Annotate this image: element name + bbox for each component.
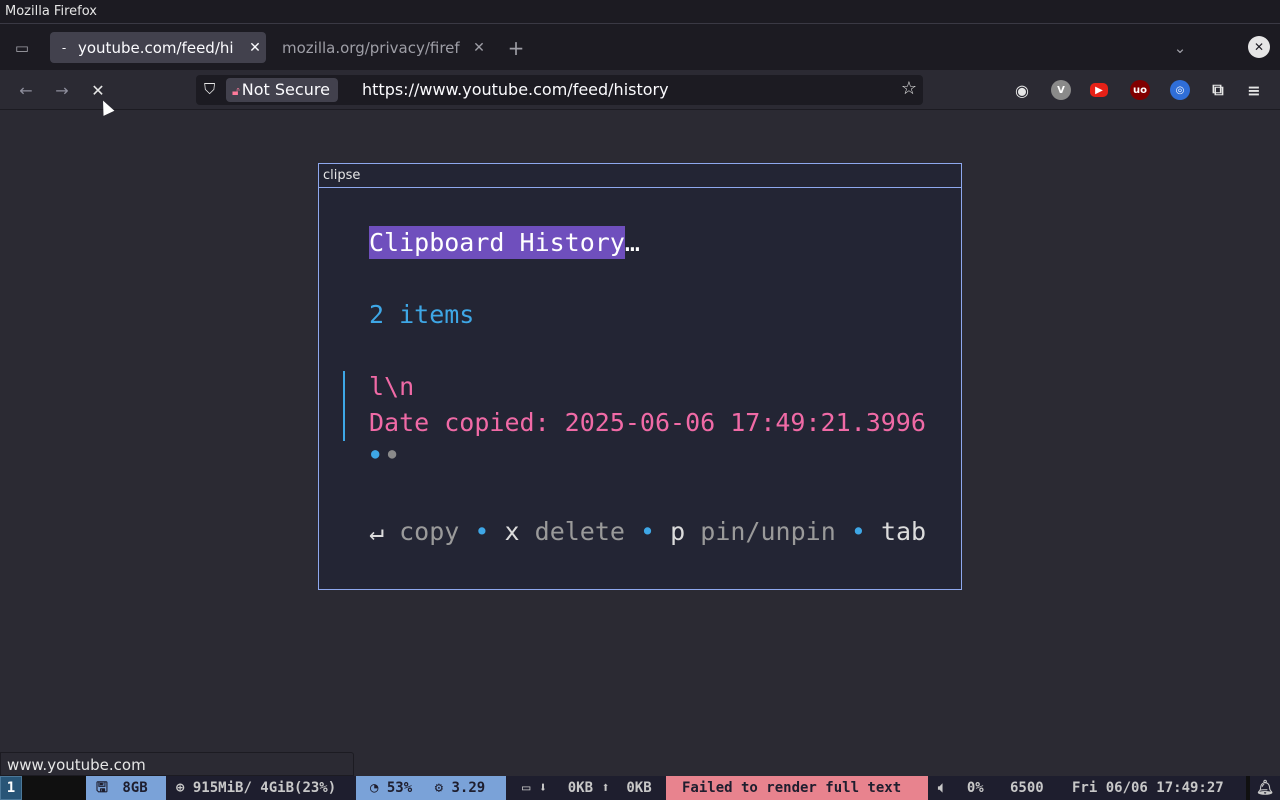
clipboard-item-date: Date copied: 2025-06-06 17:49:21.3996 bbox=[369, 408, 926, 437]
item-count: 2 items bbox=[369, 300, 475, 329]
temp-segment: 6500 bbox=[1000, 776, 1056, 800]
lock-icon: 🔓︎ bbox=[232, 84, 240, 98]
download-icon: ⬇ bbox=[538, 780, 548, 796]
list-all-tabs-icon[interactable]: ⌄ bbox=[1168, 36, 1192, 60]
network-icon: ▭ bbox=[522, 780, 531, 796]
new-tab-icon[interactable]: + bbox=[504, 36, 528, 60]
youtube-extension-icon[interactable]: ▶ bbox=[1090, 83, 1108, 97]
enter-key-icon: ↵ bbox=[369, 517, 385, 546]
page-dot-active: ● bbox=[371, 446, 380, 462]
help-separator: • bbox=[850, 517, 866, 546]
tab-mozilla[interactable]: mozilla.org/privacy/firef ✕ bbox=[270, 32, 490, 63]
nav-bar: ← → ✕ ⛉ 🔓︎ Not Secure https://www.youtube… bbox=[0, 70, 1280, 110]
cpu-icon: ◔ bbox=[370, 780, 379, 796]
load-icon: ⚙ bbox=[434, 780, 444, 796]
dash-icon: - bbox=[61, 40, 67, 55]
notification-bell-icon[interactable]: 🔔︎ bbox=[1250, 776, 1280, 800]
selected-item-indicator bbox=[343, 371, 345, 441]
menu-icon[interactable]: ≡ bbox=[1244, 80, 1264, 100]
disk-icon: 🖫︎ bbox=[96, 780, 108, 796]
help-tab-key: tab bbox=[880, 517, 927, 546]
tab-bar: ▭ - youtube.com/feed/hi ✕ mozilla.org/pr… bbox=[0, 24, 1280, 70]
clipse-window[interactable]: clipse Clipboard History… 2 items l\n Da… bbox=[318, 163, 962, 590]
account-icon[interactable]: ◉ bbox=[1012, 80, 1032, 100]
extension-circle-icon[interactable]: ◎ bbox=[1170, 80, 1190, 100]
heading-ellipsis: … bbox=[624, 228, 640, 257]
not-secure-badge[interactable]: 🔓︎ Not Secure bbox=[226, 78, 338, 102]
help-line: ↵ copy • x delete • p pin/unpin • tab bbox=[369, 517, 926, 546]
help-delete: delete bbox=[534, 517, 625, 546]
cpu-segment: ◔ 53% ⚙ 3.29 bbox=[356, 776, 506, 800]
help-copy: copy bbox=[399, 517, 460, 546]
memory-icon: ⊕ bbox=[176, 780, 185, 796]
help-p-key: p bbox=[670, 517, 686, 546]
forward-icon[interactable]: → bbox=[50, 78, 74, 102]
error-segment: Failed to render full text bbox=[666, 776, 928, 800]
firefox-view-icon[interactable]: ▭ bbox=[10, 36, 34, 60]
volume-icon: 🔈︎ bbox=[938, 780, 947, 796]
extension-v-icon[interactable]: V bbox=[1051, 80, 1071, 100]
ublock-icon[interactable]: uo bbox=[1130, 80, 1150, 100]
extensions-puzzle-icon[interactable]: ⧉ bbox=[1208, 80, 1228, 100]
tab-label: mozilla.org/privacy/firef bbox=[282, 38, 460, 57]
heading-highlight: Clipboard History bbox=[369, 226, 625, 259]
back-icon[interactable]: ← bbox=[14, 78, 38, 102]
close-window-icon[interactable]: ✕ bbox=[1248, 36, 1270, 58]
bookmark-star-icon[interactable]: ☆ bbox=[901, 78, 917, 99]
help-separator: • bbox=[640, 517, 656, 546]
tab-label: youtube.com/feed/hi bbox=[78, 38, 234, 57]
tab-youtube[interactable]: - youtube.com/feed/hi ✕ bbox=[50, 32, 266, 63]
network-segment: ▭ ⬇ 0KB ⬆ 0KB bbox=[506, 776, 666, 800]
url-bar[interactable]: ⛉ 🔓︎ Not Secure https://www.youtube.com/f… bbox=[196, 75, 923, 105]
help-separator: • bbox=[474, 517, 490, 546]
close-tab-icon[interactable]: ✕ bbox=[244, 40, 266, 56]
shield-icon[interactable]: ⛉ bbox=[204, 80, 215, 98]
clipse-title: clipse bbox=[319, 164, 961, 188]
clipboard-item-title[interactable]: l\n bbox=[369, 372, 414, 401]
memory-segment: ⊕ 915MiB/ 4GiB(23%) bbox=[166, 776, 356, 800]
clipboard-heading: Clipboard History… bbox=[369, 226, 640, 259]
status-url: www.youtube.com bbox=[0, 752, 354, 776]
page-dot: ● bbox=[387, 446, 397, 462]
close-tab-icon[interactable]: ✕ bbox=[468, 40, 490, 56]
clock-segment: Fri 06/06 17:49:27 bbox=[1056, 776, 1246, 800]
window-title: Mozilla Firefox bbox=[0, 0, 1280, 24]
volume-segment: 🔈︎ 0% bbox=[928, 776, 1000, 800]
disk-segment: 🖫︎ 8GB bbox=[86, 776, 166, 800]
help-pin: pin/unpin bbox=[700, 517, 836, 546]
status-bar: 1 🖫︎ 8GB ⊕ 915MiB/ 4GiB(23%) ◔ 53% ⚙ 3.2… bbox=[0, 776, 1280, 800]
upload-icon: ⬆ bbox=[601, 780, 610, 796]
help-x-key: x bbox=[504, 517, 520, 546]
pagination-dots: ● ● bbox=[371, 446, 396, 462]
url-text[interactable]: https://www.youtube.com/feed/history bbox=[362, 75, 669, 105]
workspace-button[interactable]: 1 bbox=[0, 776, 22, 800]
